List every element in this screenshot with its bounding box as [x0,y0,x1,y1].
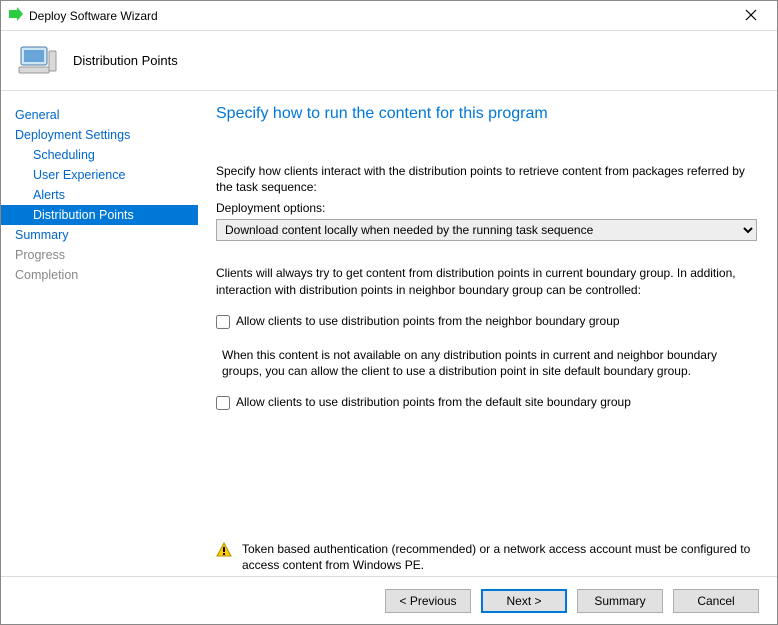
page-heading: Specify how to run the content for this … [216,105,757,123]
warning-text: Token based authentication (recommended)… [242,542,757,573]
previous-button[interactable]: < Previous [385,589,471,613]
wizard-content: Specify how to run the content for this … [198,91,777,576]
wizard-sidebar: GeneralDeployment SettingsSchedulingUser… [1,91,198,576]
sidebar-item-user-experience[interactable]: User Experience [1,165,198,185]
sidebar-item-distribution-points[interactable]: Distribution Points [1,205,198,225]
sidebar-item-summary[interactable]: Summary [1,225,198,245]
sidebar-item-deployment-settings[interactable]: Deployment Settings [1,125,198,145]
default-boundary-checkbox[interactable] [216,396,230,410]
titlebar: Deploy Software Wizard [1,1,777,31]
wizard-header: Distribution Points [1,31,777,91]
wizard-body: GeneralDeployment SettingsSchedulingUser… [1,91,777,576]
cancel-button[interactable]: Cancel [673,589,759,613]
wizard-footer: < Previous Next > Summary Cancel [1,576,777,624]
window-title: Deploy Software Wizard [29,9,731,23]
wizard-arrow-icon [7,6,23,25]
computer-icon [15,41,63,81]
sidebar-item-scheduling[interactable]: Scheduling [1,145,198,165]
sidebar-item-general[interactable]: General [1,105,198,125]
sidebar-item-completion: Completion [1,265,198,285]
fallback-text: When this content is not available on an… [216,347,757,379]
deployment-options-select[interactable]: Download content locally when needed by … [216,219,757,241]
wizard-subtitle: Distribution Points [73,53,178,68]
sidebar-item-alerts[interactable]: Alerts [1,185,198,205]
next-button[interactable]: Next > [481,589,567,613]
intro-text: Specify how clients interact with the di… [216,163,757,195]
warning-icon [216,542,232,558]
default-boundary-row[interactable]: Allow clients to use distribution points… [216,395,757,410]
boundary-text: Clients will always try to get content f… [216,265,757,297]
summary-button[interactable]: Summary [577,589,663,613]
close-button[interactable] [731,8,771,24]
neighbor-boundary-checkbox[interactable] [216,315,230,329]
warning-row: Token based authentication (recommended)… [216,542,757,576]
options-label: Deployment options: [216,201,757,215]
wizard-window: Deploy Software Wizard Distribution Poin… [0,0,778,625]
sidebar-item-progress: Progress [1,245,198,265]
neighbor-boundary-row[interactable]: Allow clients to use distribution points… [216,314,757,329]
default-boundary-label: Allow clients to use distribution points… [236,395,631,409]
neighbor-boundary-label: Allow clients to use distribution points… [236,314,620,328]
